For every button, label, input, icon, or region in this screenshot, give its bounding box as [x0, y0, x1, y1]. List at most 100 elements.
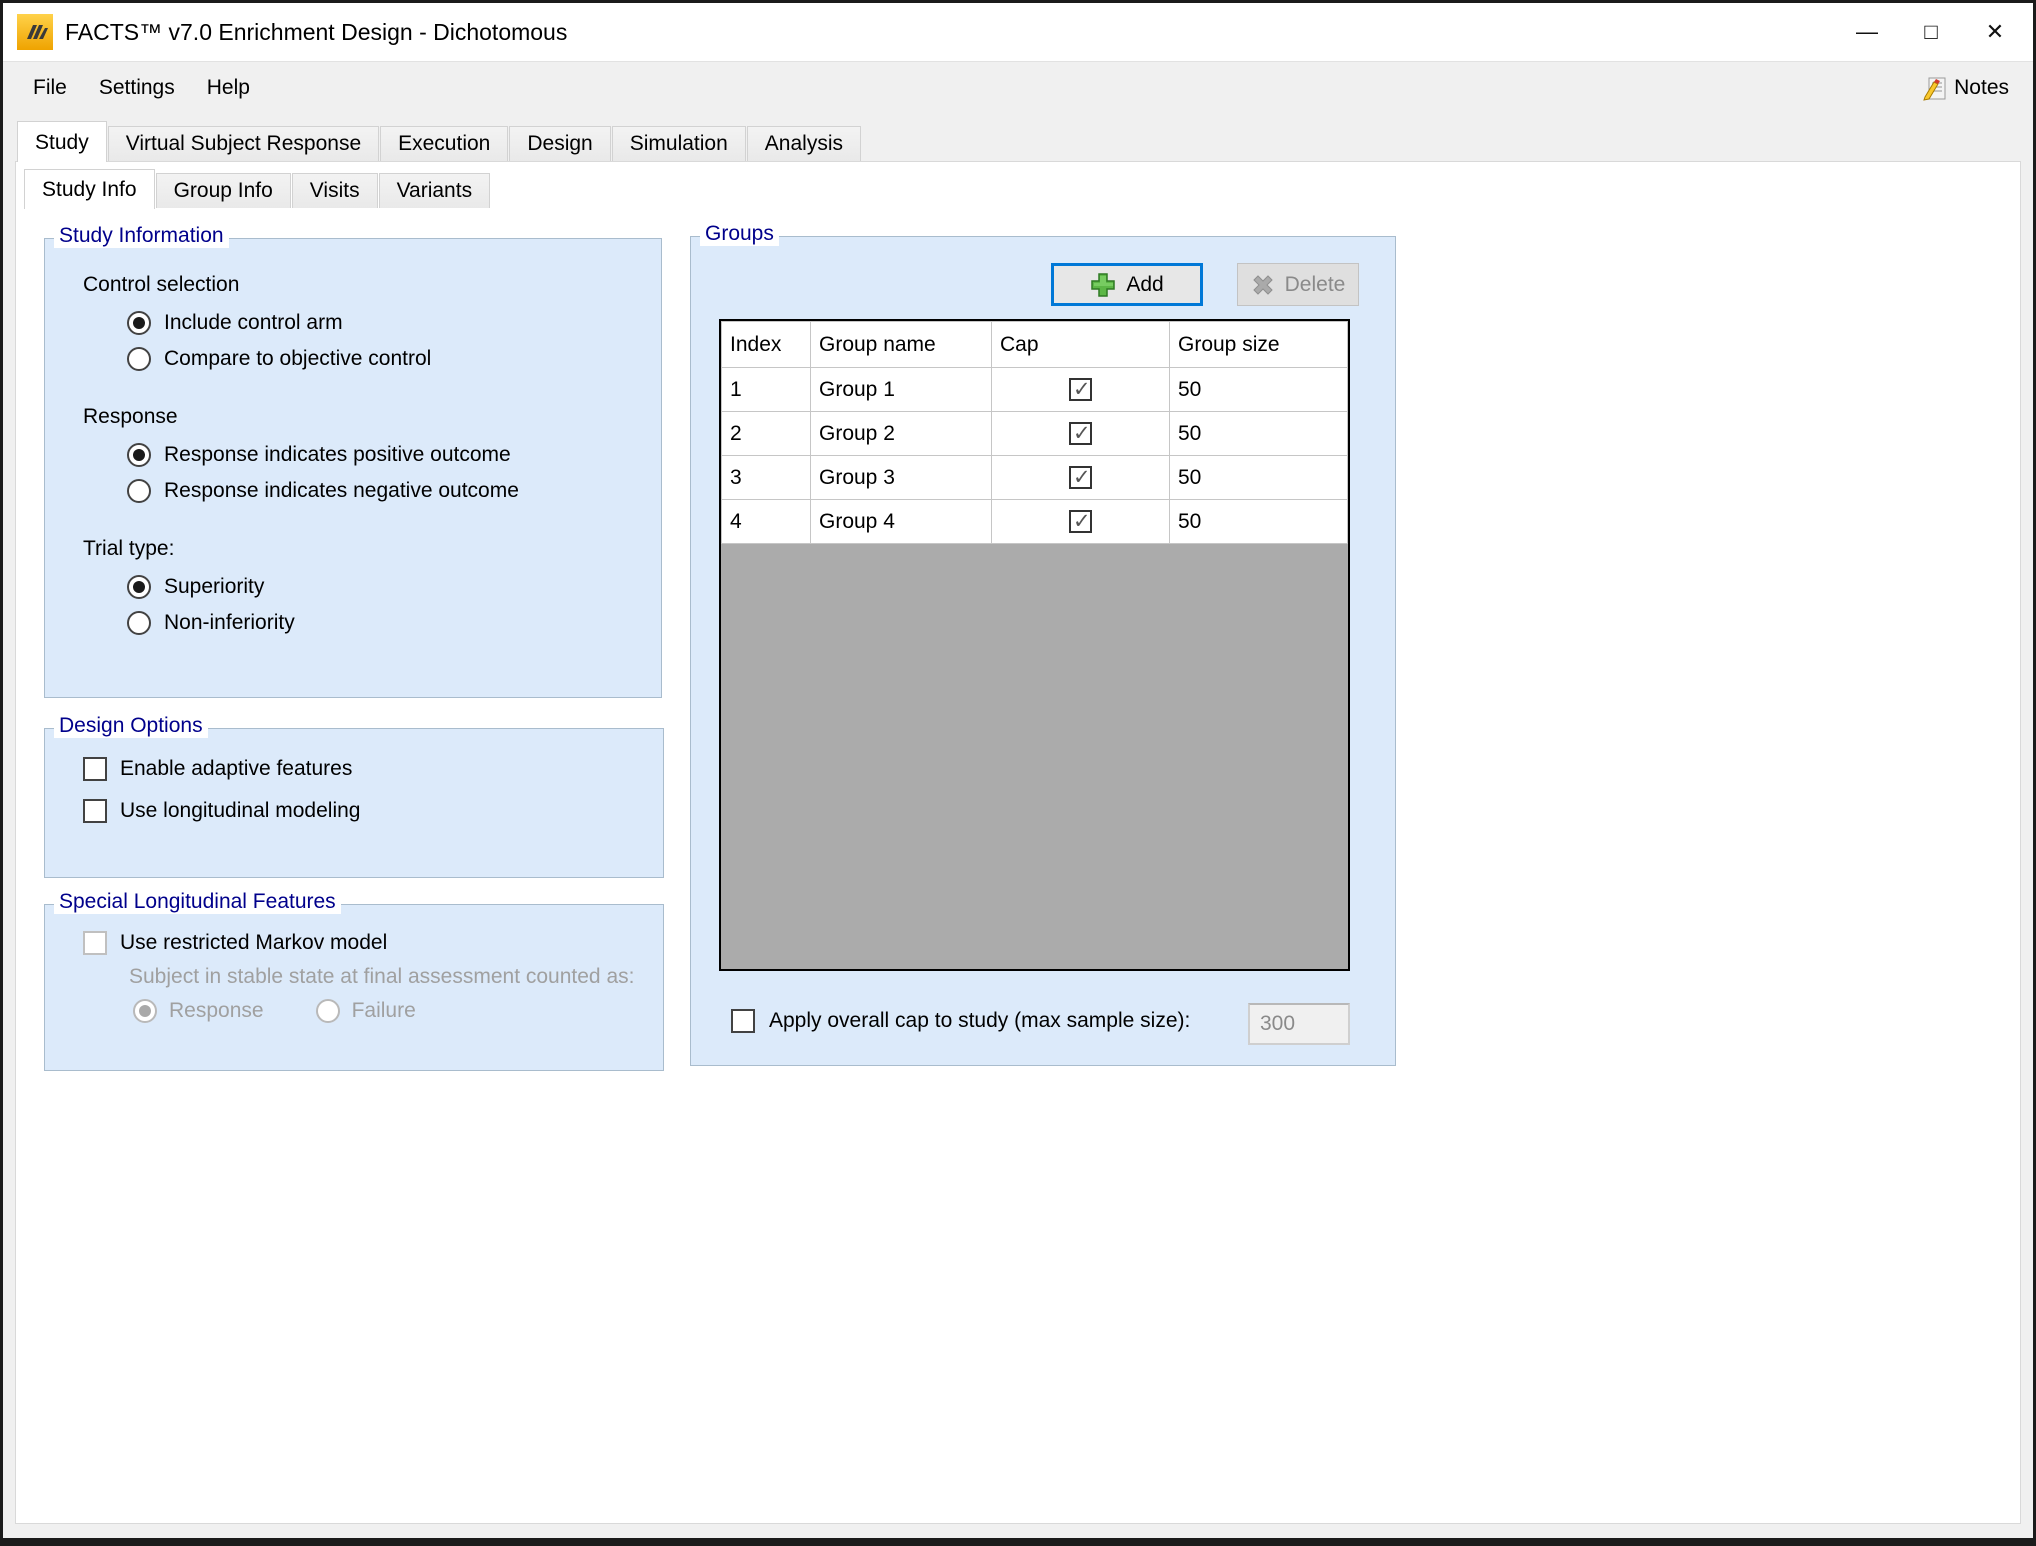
window-title: FACTS™ v7.0 Enrichment Design - Dichotom…: [65, 19, 567, 46]
cell-index: 1: [722, 368, 811, 412]
notes-label: Notes: [1954, 76, 2009, 100]
maximize-button[interactable]: □: [1899, 3, 1963, 61]
groups-title: Groups: [700, 222, 779, 246]
tab-execution[interactable]: Execution: [380, 126, 508, 161]
cell-group-size[interactable]: 50: [1170, 456, 1348, 500]
table-row: 4 Group 4 50: [722, 500, 1348, 544]
facts-logo-icon: [17, 14, 53, 50]
tab-design[interactable]: Design: [509, 126, 610, 161]
design-options-groupbox: Design Options Enable adaptive features …: [44, 728, 664, 878]
stable-state-radio-row: Response Failure: [83, 999, 663, 1023]
table-row: 1 Group 1 50: [722, 368, 1348, 412]
cell-group-size[interactable]: 50: [1170, 368, 1348, 412]
tab-study[interactable]: Study: [17, 121, 107, 162]
tab-study-info[interactable]: Study Info: [24, 169, 155, 209]
radio-superiority[interactable]: Superiority: [83, 575, 661, 599]
radio-response-positive[interactable]: Response indicates positive outcome: [83, 443, 661, 467]
tab-simulation[interactable]: Simulation: [612, 126, 746, 161]
radio-compare-objective-control[interactable]: Compare to objective control: [83, 347, 661, 371]
cell-cap[interactable]: [992, 500, 1170, 544]
cell-cap[interactable]: [992, 456, 1170, 500]
sub-tab-strip: Study Info Group Info Visits Variants: [24, 168, 491, 208]
special-longitudinal-title: Special Longitudinal Features: [54, 890, 341, 914]
radio-button-icon[interactable]: [127, 611, 151, 635]
cell-group-name[interactable]: Group 2: [811, 412, 992, 456]
cell-cap[interactable]: [992, 368, 1170, 412]
checkbox-use-restricted-markov: Use restricted Markov model: [83, 931, 663, 955]
close-button[interactable]: ✕: [1963, 3, 2027, 61]
checkbox-use-longitudinal-modeling[interactable]: Use longitudinal modeling: [83, 799, 663, 823]
radio-button-icon[interactable]: [127, 311, 151, 335]
tab-variants[interactable]: Variants: [379, 173, 490, 208]
table-row: 3 Group 3 50: [722, 456, 1348, 500]
checkbox-enable-adaptive-features[interactable]: Enable adaptive features: [83, 757, 663, 781]
design-options-title: Design Options: [54, 714, 208, 738]
max-sample-size-input: [1248, 1003, 1350, 1045]
notes-icon: [1921, 75, 1948, 102]
menu-settings[interactable]: Settings: [83, 68, 191, 108]
window-controls: — □ ✕: [1835, 3, 2027, 61]
radio-button-icon: [316, 999, 340, 1023]
trial-type-label: Trial type:: [83, 537, 661, 561]
tab-analysis[interactable]: Analysis: [747, 126, 861, 161]
cap-checkbox-icon[interactable]: [1069, 422, 1092, 445]
title-bar: FACTS™ v7.0 Enrichment Design - Dichotom…: [3, 3, 2033, 61]
study-information-title: Study Information: [54, 224, 229, 248]
header-group-size: Group size: [1170, 322, 1348, 368]
main-tab-strip: Study Virtual Subject Response Execution…: [15, 120, 2021, 161]
checkbox-icon[interactable]: [83, 757, 107, 781]
cap-checkbox-icon[interactable]: [1069, 466, 1092, 489]
app-window: FACTS™ v7.0 Enrichment Design - Dichotom…: [0, 0, 2036, 1546]
radio-button-icon[interactable]: [127, 347, 151, 371]
tab-virtual-subject-response[interactable]: Virtual Subject Response: [108, 126, 379, 161]
plus-icon: [1090, 272, 1116, 298]
cell-cap[interactable]: [992, 412, 1170, 456]
groups-groupbox: Groups Add Delete: [690, 236, 1396, 1066]
cell-group-name[interactable]: Group 3: [811, 456, 992, 500]
special-longitudinal-groupbox: Special Longitudinal Features Use restri…: [44, 904, 664, 1071]
study-tab-page: Study Info Group Info Visits Variants St…: [15, 161, 2021, 1524]
cap-checkbox-icon[interactable]: [1069, 378, 1092, 401]
cell-group-size[interactable]: 50: [1170, 412, 1348, 456]
cell-group-name[interactable]: Group 1: [811, 368, 992, 412]
menu-file[interactable]: File: [17, 68, 83, 108]
tab-group-info[interactable]: Group Info: [156, 173, 291, 208]
table-row: 2 Group 2 50: [722, 412, 1348, 456]
notes-button[interactable]: Notes: [1911, 71, 2019, 106]
radio-button-icon[interactable]: [127, 575, 151, 599]
radio-include-control-arm[interactable]: Include control arm: [83, 311, 661, 335]
stable-state-label: Subject in stable state at final assessm…: [83, 965, 663, 989]
radio-response-negative[interactable]: Response indicates negative outcome: [83, 479, 661, 503]
cap-checkbox-icon[interactable]: [1069, 510, 1092, 533]
header-group-name: Group name: [811, 322, 992, 368]
cell-group-size[interactable]: 50: [1170, 500, 1348, 544]
study-information-groupbox: Study Information Control selection Incl…: [44, 238, 662, 698]
radio-response-disabled: Response: [169, 999, 264, 1023]
overall-cap-row: Apply overall cap to study (max sample s…: [731, 1009, 1190, 1033]
checkbox-icon[interactable]: [83, 799, 107, 823]
cell-group-name[interactable]: Group 4: [811, 500, 992, 544]
table-header-row: Index Group name Cap Group size: [722, 322, 1348, 368]
overall-cap-label: Apply overall cap to study (max sample s…: [769, 1009, 1190, 1033]
tab-region: Study Virtual Subject Response Execution…: [3, 114, 2033, 1538]
response-label: Response: [83, 405, 661, 429]
add-button-label: Add: [1126, 273, 1163, 297]
radio-button-icon[interactable]: [127, 479, 151, 503]
radio-button-icon[interactable]: [127, 443, 151, 467]
overall-cap-checkbox[interactable]: [731, 1009, 755, 1033]
groups-table: Index Group name Cap Group size 1 Group …: [719, 319, 1350, 971]
checkbox-icon: [83, 931, 107, 955]
cell-index: 2: [722, 412, 811, 456]
menu-bar: File Settings Help Notes: [3, 61, 2033, 114]
cell-index: 3: [722, 456, 811, 500]
header-index: Index: [722, 322, 811, 368]
radio-failure-disabled: Failure: [352, 999, 416, 1023]
add-group-button[interactable]: Add: [1051, 263, 1203, 306]
menu-help[interactable]: Help: [191, 68, 266, 108]
minimize-button[interactable]: —: [1835, 3, 1899, 61]
control-selection-label: Control selection: [83, 273, 661, 297]
delete-group-button: Delete: [1237, 263, 1359, 306]
radio-non-inferiority[interactable]: Non-inferiority: [83, 611, 661, 635]
radio-button-icon: [133, 999, 157, 1023]
tab-visits[interactable]: Visits: [292, 173, 378, 208]
